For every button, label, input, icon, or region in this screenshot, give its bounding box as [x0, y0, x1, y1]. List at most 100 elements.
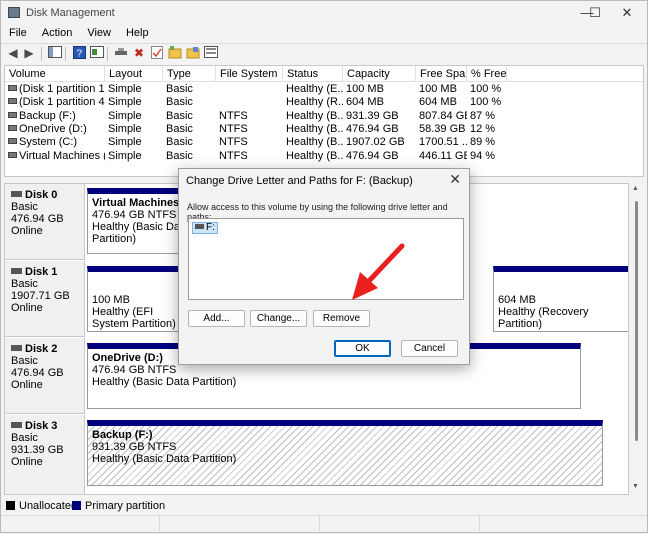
table-row[interactable]: (Disk 1 partition 1) Simple Basic Healthy (…: [5, 83, 643, 96]
disk-size: 931.39 GB: [11, 444, 64, 456]
cell-capacity-text: 604 MB: [346, 96, 384, 109]
column-status[interactable]: Status: [283, 66, 343, 82]
drive-paths-listbox[interactable]: F:: [188, 218, 464, 300]
cell-status: Healthy (B...: [286, 136, 343, 149]
status-bar: [1, 515, 647, 534]
column-percent-free[interactable]: % Free: [467, 66, 507, 82]
close-button[interactable]: ✕: [607, 1, 647, 25]
cell-volume: (Disk 1 partition 4): [8, 96, 105, 109]
settings-icon[interactable]: [203, 46, 219, 61]
help-icon[interactable]: ?: [71, 46, 87, 61]
cell-type-text: Basic: [166, 149, 193, 162]
cell-type: Basic: [166, 83, 216, 96]
cell-layout: Simple: [108, 150, 163, 163]
scroll-up-icon[interactable]: ▲: [632, 185, 639, 192]
partition-recovery[interactable]: 604 MB Healthy (Recovery Partition): [493, 266, 628, 332]
partition-backup-selected[interactable]: Backup (F:) 931.39 GB NTFS Healthy (Basi…: [87, 420, 603, 486]
column-file-system[interactable]: File System: [216, 66, 283, 82]
cell-capacity: 1907.02 GB: [346, 136, 416, 149]
scroll-thumb[interactable]: [635, 201, 638, 441]
console-tree-icon[interactable]: [47, 46, 63, 61]
menu-file[interactable]: File: [1, 25, 34, 39]
cell-layout: Simple: [108, 110, 163, 123]
cell-layout: Simple: [108, 83, 163, 96]
table-row[interactable]: Backup (F:) Simple Basic NTFS Healthy (B... 9…: [5, 110, 643, 123]
cell-layout-text: Simple: [108, 96, 142, 109]
toolbar-separator: [65, 47, 66, 61]
legend-swatch-unallocated: [6, 501, 15, 510]
cell-type: Basic: [166, 96, 216, 109]
cell-type: Basic: [166, 150, 216, 163]
status-divider: [479, 516, 480, 534]
partition-efi-system[interactable]: 100 MB Healthy (EFI System Partition): [87, 266, 181, 332]
drive-path-label: F:: [206, 222, 215, 233]
scroll-down-icon[interactable]: ▼: [632, 483, 639, 490]
cell-percent-free-text: 94 %: [470, 149, 496, 162]
cell-volume-text: (Disk 1 partition 1): [19, 83, 105, 95]
change-button[interactable]: Change...: [250, 310, 307, 327]
check-icon[interactable]: [149, 46, 165, 61]
column-volume[interactable]: Volume: [5, 66, 105, 82]
disk-name: Disk 0: [25, 189, 58, 201]
table-row[interactable]: OneDrive (D:) Simple Basic NTFS Healthy (B..…: [5, 123, 643, 136]
cell-volume-text: Virtual Machines (...: [19, 149, 105, 162]
column-type[interactable]: Type: [163, 66, 216, 82]
cell-file-system: NTFS: [219, 136, 283, 149]
graph-scrollbar[interactable]: ▲ ▼: [629, 183, 644, 495]
disk-name: Disk 2: [25, 343, 58, 355]
back-icon[interactable]: ◀: [5, 46, 21, 61]
properties-icon[interactable]: [89, 46, 105, 61]
cell-type: Basic: [166, 110, 216, 123]
window-title: Disk Management: [26, 7, 115, 19]
disk-1-label[interactable]: Disk 1 Basic 1907.71 GB Online: [5, 261, 85, 337]
volume-list[interactable]: Volume Layout Type File System Status Ca…: [4, 65, 644, 177]
cell-type-text: Basic: [166, 83, 193, 95]
cell-free-space: 1700.51 ...: [419, 136, 467, 149]
forward-icon[interactable]: ▶: [21, 46, 37, 61]
disk-state: Online: [11, 225, 43, 237]
cell-file-system-text: NTFS: [219, 136, 248, 149]
cell-free-space: 807.84 GB: [419, 110, 467, 123]
cell-volume-text: (Disk 1 partition 4): [19, 96, 105, 109]
cell-percent-free: 100 %: [470, 96, 507, 109]
cell-status: Healthy (B...: [286, 150, 343, 163]
table-row[interactable]: System (C:) Simple Basic NTFS Healthy (B... 1…: [5, 136, 643, 149]
table-row[interactable]: Virtual Machines (...Simple Basic NTFS Heal…: [5, 150, 643, 163]
cell-file-system: NTFS: [219, 150, 283, 163]
cell-status: Healthy (E...: [286, 83, 343, 96]
add-button[interactable]: Add...: [188, 310, 245, 327]
disk-3-label[interactable]: Disk 3 Basic 931.39 GB Online: [5, 415, 85, 494]
menu-view[interactable]: View: [79, 25, 118, 39]
menu-action[interactable]: Action: [34, 25, 80, 39]
disk-icon: [11, 268, 22, 274]
disk-2-label[interactable]: Disk 2 Basic 476.94 GB Online: [5, 338, 85, 414]
cell-capacity-text: 476.94 GB: [346, 149, 399, 162]
delete-icon[interactable]: ✖: [131, 46, 147, 61]
cell-volume-text: Backup (F:): [19, 109, 76, 122]
new-folder-icon[interactable]: [167, 46, 183, 61]
disk-type: Basic: [11, 355, 38, 367]
column-free-space[interactable]: Free Spa...: [416, 66, 467, 82]
table-row[interactable]: (Disk 1 partition 4) Simple Basic Healthy (…: [5, 96, 643, 109]
cell-type-text: Basic: [166, 109, 193, 122]
disk-0-label[interactable]: Disk 0 Basic 476.94 GB Online: [5, 184, 85, 260]
remove-button[interactable]: Remove: [313, 310, 370, 327]
cell-layout-text: Simple: [108, 83, 142, 95]
cell-percent-free-text: 100 %: [470, 83, 502, 95]
column-capacity[interactable]: Capacity: [343, 66, 416, 82]
ok-button[interactable]: OK: [334, 340, 391, 357]
cell-free-space-text: 446.11 GB: [419, 149, 467, 162]
cell-volume: Virtual Machines (...: [8, 150, 105, 163]
cell-percent-free: 89 %: [470, 136, 507, 149]
disk-type: Basic: [11, 201, 38, 213]
dialog-close-button[interactable]: ✕: [449, 171, 461, 188]
volume-icon: [8, 111, 17, 118]
open-icon[interactable]: [185, 46, 201, 61]
cell-free-space: 446.11 GB: [419, 150, 467, 163]
cell-file-system-text: NTFS: [219, 149, 248, 162]
column-layout[interactable]: Layout: [105, 66, 163, 82]
drive-path-item[interactable]: F:: [192, 222, 218, 234]
cancel-button[interactable]: Cancel: [401, 340, 458, 357]
menu-help[interactable]: Help: [118, 25, 156, 39]
connect-icon[interactable]: [113, 46, 129, 61]
